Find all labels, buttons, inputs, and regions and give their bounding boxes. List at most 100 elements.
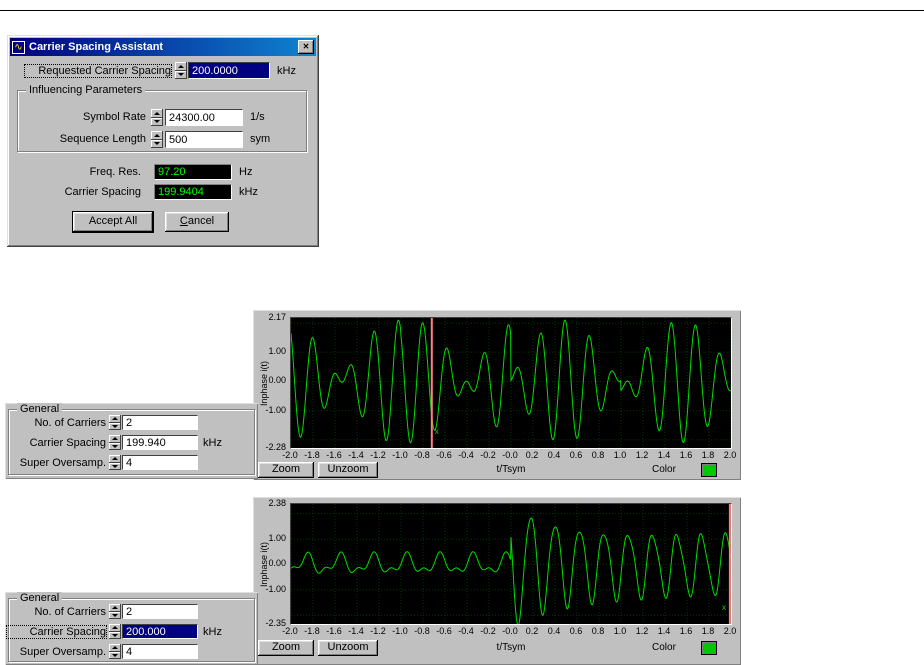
spin-up-button[interactable] <box>109 435 121 443</box>
accept-all-button[interactable]: Accept All <box>73 212 153 232</box>
spin-up-button[interactable] <box>175 62 187 71</box>
x-tick-label: -0.4 <box>458 450 474 460</box>
x-tick-label: 0.2 <box>525 450 539 460</box>
super-oversamp-label: Super Oversamp. <box>19 646 106 658</box>
general-panel-2: General No. of Carriers Carrier Spacing … <box>5 592 258 665</box>
spin-down-button[interactable] <box>109 422 121 430</box>
x-tick-label: -1.2 <box>370 626 386 636</box>
carrier-spacing-input[interactable] <box>122 624 198 639</box>
x-tick-label: -2.0 <box>282 626 298 636</box>
down-arrow-icon <box>112 633 118 637</box>
spin-down-button[interactable] <box>109 631 121 639</box>
down-arrow-icon <box>112 424 118 428</box>
x-tick-label: 1.4 <box>657 626 671 636</box>
y-tick-label: 0.00 <box>268 375 286 386</box>
x-tick-label: 1.2 <box>635 626 649 636</box>
spin-down-button[interactable] <box>151 139 163 148</box>
plot-area[interactable]: x <box>290 317 732 449</box>
up-arrow-icon <box>154 111 160 115</box>
carrier-spacing-label: Carrier Spacing <box>29 437 106 449</box>
spin-down-button[interactable] <box>109 462 121 470</box>
spin-down-button[interactable] <box>151 117 163 126</box>
carrier-spacing-input[interactable] <box>122 435 198 450</box>
waveform-trace <box>291 517 731 624</box>
x-tick-label: 2.0 <box>723 626 737 636</box>
y-tick-label: 2.38 <box>268 498 286 508</box>
x-tick-label: -1.2 <box>370 450 386 460</box>
down-arrow-icon <box>154 120 160 124</box>
carrier-spacing-display: 199.9404 <box>154 184 232 200</box>
close-icon[interactable]: ✕ <box>298 40 314 54</box>
carrier-spacing-unit: kHz <box>203 626 222 638</box>
groupbox-title: General <box>17 592 63 604</box>
carrier-spacing-unit: kHz <box>203 437 222 449</box>
spinner[interactable] <box>175 62 187 79</box>
down-arrow-icon <box>112 613 118 617</box>
dialog-titlebar[interactable]: ∿ Carrier Spacing Assistant ✕ <box>10 38 316 56</box>
x-tick-label: 0.4 <box>547 450 561 460</box>
spin-down-button[interactable] <box>175 70 187 79</box>
chart-panel-2: Inphase i(t) 2.38 1.00 0.00 -1.00 -2.35 x -2… <box>253 497 741 665</box>
no-of-carriers-input[interactable] <box>122 604 198 619</box>
y-tick-label: -1.00 <box>265 583 286 594</box>
spin-up-button[interactable] <box>109 624 121 632</box>
spinner[interactable] <box>109 624 121 639</box>
requested-carrier-spacing-input[interactable] <box>188 62 270 79</box>
spinner[interactable] <box>109 644 121 659</box>
x-tick-label: 0.4 <box>547 626 561 636</box>
symbol-rate-input[interactable] <box>165 109 243 126</box>
y-tick-label: 1.00 <box>268 346 286 357</box>
x-tick-label: 0.2 <box>525 626 539 636</box>
super-oversamp-label: Super Oversamp. <box>19 457 106 469</box>
general-panel-1: General No. of Carriers Carrier Spacing … <box>5 403 258 479</box>
x-tick-label: 1.0 <box>613 450 627 460</box>
spin-up-button[interactable] <box>151 131 163 140</box>
x-tick-label: 1.8 <box>701 626 715 636</box>
spinner[interactable] <box>109 435 121 450</box>
spin-down-button[interactable] <box>109 651 121 659</box>
up-arrow-icon <box>112 646 118 650</box>
freq-res-unit: Hz <box>239 166 253 178</box>
y-tick-label: 2.17 <box>268 312 286 322</box>
sequence-length-input[interactable] <box>165 131 243 148</box>
spin-down-button[interactable] <box>109 611 121 619</box>
symbol-rate-unit: 1/s <box>250 111 265 123</box>
down-arrow-icon <box>112 653 118 657</box>
x-tick-label: 1.0 <box>613 626 627 636</box>
x-tick-label: -1.0 <box>392 450 408 460</box>
x-tick-label: 0.6 <box>569 626 583 636</box>
super-oversamp-input[interactable] <box>122 455 198 470</box>
spin-up-button[interactable] <box>109 644 121 652</box>
chart-panel-1: Inphase i(t) 2.17 1.00 0.00 -1.00 -2.28 x -2… <box>253 310 741 480</box>
sequence-length-unit: sym <box>250 133 271 145</box>
color-swatch[interactable] <box>701 463 717 477</box>
spinner[interactable] <box>109 604 121 619</box>
x-tick-label: 1.2 <box>635 450 649 460</box>
spin-up-button[interactable] <box>151 109 163 118</box>
cancel-button[interactable]: Cancel <box>165 212 229 232</box>
color-swatch[interactable] <box>701 641 717 655</box>
x-tick-label: 1.6 <box>679 626 693 636</box>
x-tick-label: -1.8 <box>304 450 320 460</box>
spinner[interactable] <box>109 415 121 430</box>
up-arrow-icon <box>178 64 184 68</box>
dialog-title: Carrier Spacing Assistant <box>29 41 164 53</box>
spin-up-button[interactable] <box>109 455 121 463</box>
chart-toolbar: Zoom Unzoom t/Tsym Color <box>253 640 741 657</box>
no-of-carriers-label: No. of Carriers <box>34 606 106 618</box>
spinner[interactable] <box>151 131 163 148</box>
spin-up-button[interactable] <box>109 415 121 423</box>
x-tick-label: 0.8 <box>591 626 605 636</box>
x-tick-label: -0.6 <box>436 450 452 460</box>
x-tick-label: -1.6 <box>326 450 342 460</box>
influencing-parameters-title: Influencing Parameters <box>26 84 146 96</box>
spin-up-button[interactable] <box>109 604 121 612</box>
y-tick-label: -1.00 <box>265 404 286 415</box>
spinner[interactable] <box>151 109 163 126</box>
spinner[interactable] <box>109 455 121 470</box>
spin-down-button[interactable] <box>109 442 121 450</box>
no-of-carriers-input[interactable] <box>122 415 198 430</box>
plot-area[interactable]: x <box>290 503 732 625</box>
up-arrow-icon <box>112 457 118 461</box>
super-oversamp-input[interactable] <box>122 644 198 659</box>
